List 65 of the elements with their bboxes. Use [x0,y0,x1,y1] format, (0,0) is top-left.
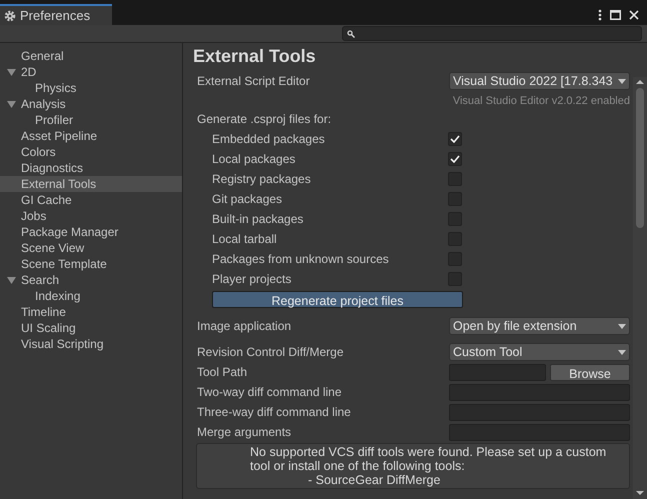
sidebar-item[interactable]: Diagnostics [0,160,182,176]
caret-icon [618,78,626,84]
field-label: Image application [197,318,292,335]
field-label: Three-way diff command line [197,404,351,421]
help-text: No supported VCS diff tools were found. Please set up a custom tool or install one of the following tools: [250,445,608,473]
settings-icon [4,10,16,22]
field-label: Tool Path [197,364,248,381]
scroll-down-icon[interactable] [636,490,644,496]
window-title: Preferences [20,6,90,25]
sidebar-item[interactable]: Scene View [0,240,182,256]
sidebar-item[interactable]: GI Cache [0,192,182,208]
checkbox-label: Local packages [212,151,296,168]
scrollbar-thumb[interactable] [636,88,644,228]
sidebar-item[interactable]: Physics [0,80,182,96]
caret-icon [618,350,626,354]
expanded-arrow-icon[interactable] [7,276,16,284]
sidebar-item[interactable]: Asset Pipeline [0,128,182,144]
dropdown[interactable]: Open by file extension [449,317,630,335]
search-icon [347,30,355,38]
status-note: Visual Studio Editor v2.0.22 enabled [452,94,630,107]
sidebar-item[interactable]: Search [0,272,182,288]
checkbox-label: Built-in packages [212,211,304,228]
maximize-icon[interactable] [610,10,621,20]
more-icon[interactable] [598,8,602,20]
scroll-up-icon[interactable] [636,79,644,85]
checkbox-label: Player projects [212,271,292,288]
expanded-arrow-icon[interactable] [7,100,16,108]
browse-button[interactable]: Browse [550,364,630,380]
field-label: Revision Control Diff/Merge [197,344,344,361]
caret-icon [618,324,626,328]
search-field[interactable] [342,26,642,41]
field-label: External Script Editor [197,73,310,90]
sidebar-item[interactable]: UI Scaling [0,320,182,336]
dropdown[interactable]: Custom Tool [449,343,630,361]
sidebar-item[interactable]: Profiler [0,112,182,128]
sidebar-item[interactable]: Visual Scripting [0,336,182,352]
checkbox-label: Registry packages [212,171,312,188]
section-label: Generate .csproj files for: [196,111,332,128]
sidebar-item[interactable]: Colors [0,144,182,160]
check-icon [450,135,460,143]
sidebar-item[interactable]: Timeline [0,304,182,320]
sidebar-item[interactable]: 2D [0,64,182,80]
help-text: - SourceGear DiffMerge [307,473,442,487]
close-icon[interactable] [629,10,639,20]
sidebar-item[interactable]: Jobs [0,208,182,224]
checkbox-label: Embedded packages [212,131,326,148]
dropdown[interactable]: Visual Studio 2022 [17.8.343 [449,72,630,90]
check-icon [450,155,460,163]
sidebar-item[interactable]: Package Manager [0,224,182,240]
page-title: External Tools [193,45,317,67]
sidebar-item[interactable]: Indexing [0,288,182,304]
checkbox-label: Git packages [212,191,284,208]
sidebar-item[interactable]: Scene Template [0,256,182,272]
expanded-arrow-icon[interactable] [7,68,16,76]
checkbox[interactable] [448,132,462,146]
scrollbar[interactable] [633,77,647,499]
regenerate-button[interactable]: Regenerate project files [212,290,463,308]
sidebar-item[interactable]: Analysis [0,96,182,112]
checkbox[interactable] [448,152,462,166]
sidebar-item[interactable]: General [0,48,182,64]
checkbox-label: Packages from unknown sources [212,251,390,268]
field-label: Merge arguments [197,424,292,441]
checkbox-label: Local tarball [212,231,278,248]
sidebar-item[interactable]: External Tools [0,176,182,192]
field-label: Two-way diff command line [197,384,342,401]
